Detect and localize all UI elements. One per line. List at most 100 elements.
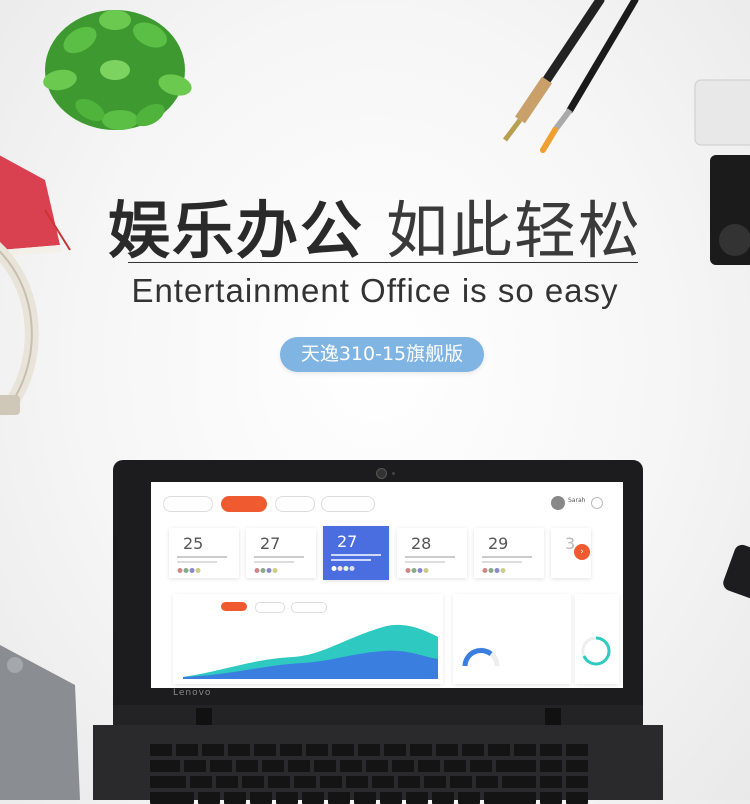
- key: [190, 776, 212, 788]
- day-number: 28: [411, 534, 432, 553]
- plant-decoration: [43, 10, 192, 130]
- day-card: 29: [474, 528, 544, 578]
- key: [476, 776, 498, 788]
- gauge: [462, 647, 500, 667]
- key: [354, 792, 376, 804]
- day-number: 27: [260, 534, 281, 553]
- day-card: 25: [169, 528, 239, 578]
- headline: 娱乐办公 如此轻松: [0, 180, 750, 270]
- chart-tab: [291, 602, 327, 613]
- key: [236, 760, 258, 772]
- key: [418, 760, 440, 772]
- key: [306, 744, 328, 756]
- key: [276, 792, 298, 804]
- day-number: 25: [183, 534, 204, 553]
- key: [488, 744, 510, 756]
- key: [332, 744, 354, 756]
- stats-panel: [453, 594, 571, 684]
- key: [514, 744, 536, 756]
- key: [372, 776, 394, 788]
- key: [566, 760, 588, 772]
- key: [470, 760, 492, 772]
- headline-divider: [128, 262, 638, 263]
- key: [432, 792, 454, 804]
- day-card: 28: [397, 528, 467, 578]
- key: [424, 776, 446, 788]
- key: [176, 744, 198, 756]
- key: [410, 744, 432, 756]
- key: [198, 792, 220, 804]
- key: [302, 792, 324, 804]
- key: [340, 760, 362, 772]
- key: [314, 760, 336, 772]
- keyboard: [150, 744, 610, 804]
- key: [294, 776, 316, 788]
- key: [392, 760, 414, 772]
- key: [436, 744, 458, 756]
- key: [484, 792, 536, 804]
- webcam-light: [392, 472, 395, 475]
- key: [380, 792, 402, 804]
- key: [150, 776, 186, 788]
- key: [398, 776, 420, 788]
- key: [150, 744, 172, 756]
- key: [566, 744, 588, 756]
- key: [358, 744, 380, 756]
- chart-tab-active: [221, 602, 247, 611]
- key: [462, 744, 484, 756]
- key: [202, 744, 224, 756]
- key: [262, 760, 284, 772]
- hinge-right: [545, 708, 561, 726]
- day-card: 27: [246, 528, 316, 578]
- black-device-decoration: [720, 542, 750, 602]
- percent-panel: [575, 594, 619, 684]
- key: [406, 792, 428, 804]
- profile-name: Sarah: [568, 497, 586, 504]
- key: [320, 776, 342, 788]
- key: [328, 792, 350, 804]
- key: [384, 744, 406, 756]
- key: [458, 792, 480, 804]
- next-arrow-icon: ›: [574, 544, 590, 560]
- key: [210, 760, 232, 772]
- day-number: 27: [337, 532, 358, 551]
- laptop-screen: Sarah 25 27 27 28 29 3 ›: [151, 482, 623, 688]
- key: [444, 760, 466, 772]
- chart-tab: [255, 602, 285, 613]
- key: [540, 760, 562, 772]
- brand-logo: Lenovo: [173, 688, 212, 698]
- key: [540, 776, 562, 788]
- hinge-left: [196, 708, 212, 726]
- key: [150, 760, 180, 772]
- nav-pill-3: [275, 496, 315, 512]
- key: [280, 744, 302, 756]
- avatar: [551, 496, 565, 510]
- key: [366, 760, 388, 772]
- key: [540, 744, 562, 756]
- headline-light: 如此轻松: [386, 194, 643, 267]
- key: [288, 760, 310, 772]
- nav-pill-active: [221, 496, 267, 512]
- notification-icon: [591, 497, 603, 509]
- key: [228, 744, 250, 756]
- key: [150, 792, 194, 804]
- day-card-highlighted: 27: [323, 526, 389, 580]
- nav-pill-1: [163, 496, 213, 512]
- key: [224, 792, 246, 804]
- subtitle: Entertainment Office is so easy: [131, 272, 619, 309]
- chart-panel: [173, 594, 443, 684]
- key: [254, 744, 276, 756]
- ring-chart: [581, 636, 611, 666]
- area-chart: [183, 624, 438, 679]
- model-badge: 天逸310-15旗舰版: [280, 337, 484, 372]
- key: [450, 776, 472, 788]
- key: [566, 776, 588, 788]
- key: [566, 792, 588, 804]
- day-number: 29: [488, 534, 509, 553]
- key: [250, 792, 272, 804]
- key: [502, 776, 536, 788]
- brushes-decoration: [503, 0, 639, 153]
- phone-decoration: [0, 645, 80, 800]
- key: [184, 760, 206, 772]
- key: [540, 792, 562, 804]
